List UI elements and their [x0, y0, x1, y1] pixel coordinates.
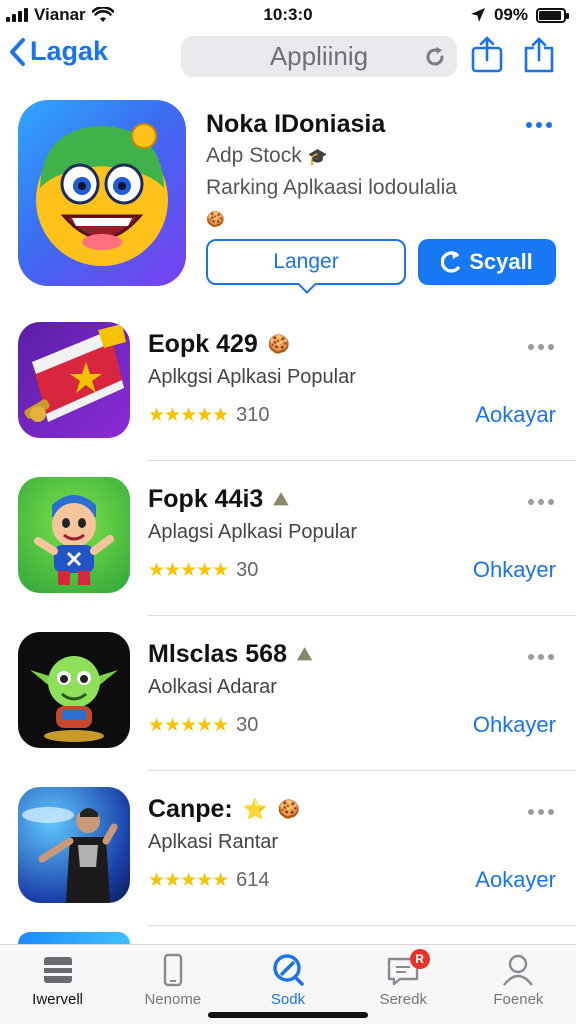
- smiley-character-icon: [36, 123, 168, 266]
- status-bar: Vianar 10:3:0 09%: [0, 0, 576, 30]
- langer-button[interactable]: Langer: [206, 239, 406, 285]
- status-right: 09%: [470, 5, 569, 25]
- phone-icon: [163, 953, 182, 987]
- search-icon: [273, 954, 304, 986]
- notification-badge: R: [409, 949, 430, 969]
- cookie-icon: 🍪: [277, 799, 301, 819]
- rating-count: 310: [236, 404, 270, 426]
- person-icon: [503, 954, 534, 986]
- app-row[interactable]: Eopk 429 🍪 Aplkgsi Aplkasi Popular ★★★★★…: [18, 306, 576, 461]
- home-indicator: [208, 1012, 368, 1018]
- tab-bar: Iwervell Nenome Sodk R Seredk Foenek: [0, 944, 576, 1024]
- tab-label: Foenek: [493, 991, 544, 1008]
- more-button[interactable]: [528, 809, 554, 815]
- scyall-button[interactable]: Scyall: [418, 239, 556, 285]
- cartoon-kid-icon: [34, 495, 114, 585]
- star-rating-icon: ★★★★★: [148, 870, 229, 891]
- cookie-icon: 🍪: [206, 211, 225, 228]
- app-category: Aolkasi Adarar: [148, 676, 277, 698]
- app-row[interactable]: Mlsclas 568 ⛰ Aolkasi Adarar ★★★★★ 30 Oh…: [18, 616, 576, 771]
- battery-icon: [536, 7, 569, 23]
- get-button[interactable]: Aokayar: [475, 402, 556, 428]
- more-button[interactable]: [528, 344, 554, 350]
- featured-app-developer: Adp Stock 🎓: [206, 144, 328, 168]
- featured-app-subtitle: Rarking Aplkaasi lodoulalia: [206, 176, 457, 199]
- app-row[interactable]: Fopk 44i3 ⛰ Aplagsi Aplkasi Popular ★★★★…: [18, 461, 576, 616]
- refresh-icon[interactable]: [423, 45, 447, 69]
- app-category: Aplkasi Rantar: [148, 831, 279, 853]
- star-rating-icon: ★★★★★: [148, 405, 229, 426]
- app-icon[interactable]: [18, 322, 130, 438]
- next-app-icon-peek: [18, 932, 130, 944]
- get-button[interactable]: Aokayer: [475, 867, 556, 893]
- app-rating: ★★★★★ 614: [148, 869, 270, 892]
- get-button[interactable]: Ohkayer: [473, 557, 556, 583]
- more-button[interactable]: [528, 499, 554, 505]
- app-list: Eopk 429 🍪 Aplkgsi Aplkasi Popular ★★★★★…: [0, 306, 576, 926]
- app-row[interactable]: Canpe: ⭐ 🍪 Aplkasi Rantar ★★★★★ 614 Aoka…: [18, 771, 576, 926]
- tab-profile[interactable]: Foenek: [461, 945, 576, 1024]
- tab-label: Seredk: [379, 991, 427, 1008]
- app-name-text: Canpe:: [148, 795, 233, 823]
- location-arrow-icon: [470, 8, 485, 22]
- back-label: Lagak: [30, 36, 109, 66]
- app-category: Aplkgsi Aplkasi Popular: [148, 366, 356, 388]
- app-name: Mlsclas 568 ⛰: [148, 640, 312, 669]
- rating-count: 30: [236, 714, 259, 736]
- tab-label: Iwervell: [32, 991, 84, 1008]
- battery-fill: [539, 10, 561, 20]
- app-name: Canpe: ⭐ 🍪: [148, 795, 300, 824]
- featured-more-button[interactable]: [526, 122, 552, 128]
- chevron-left-icon: [10, 37, 25, 66]
- mountain-icon: ⛰: [297, 644, 313, 664]
- tab-label: Nenome: [144, 991, 202, 1008]
- hammer-flag-icon: [24, 324, 126, 422]
- app-rating: ★★★★★ 310: [148, 404, 270, 427]
- back-button[interactable]: Lagak: [8, 36, 108, 67]
- tab-store[interactable]: Iwervell: [0, 945, 115, 1024]
- app-category: Aplagsi Aplkasi Popular: [148, 521, 358, 543]
- app-name-text: Mlsclas 568: [148, 640, 287, 668]
- refresh-icon: [441, 251, 460, 273]
- star-rating-icon: ★★★★★: [148, 560, 229, 581]
- battery-percent: 09%: [493, 5, 528, 24]
- star-rating-icon: ★★★★★: [148, 715, 229, 736]
- app-icon[interactable]: [18, 632, 130, 748]
- graduation-cap-icon: 🎓: [307, 149, 328, 166]
- app-rating: ★★★★★ 30: [148, 714, 258, 737]
- app-name-text: Eopk 429: [148, 330, 258, 358]
- app-icon[interactable]: [18, 787, 130, 903]
- developer-label: Adp Stock: [206, 144, 302, 167]
- nav-bar: Lagak Appliinig: [0, 30, 576, 84]
- rating-count: 614: [236, 869, 270, 891]
- app-name: Fopk 44i3 ⛰: [148, 485, 288, 514]
- cookie-icon: 🍪: [267, 334, 291, 354]
- mountain-icon: ⛰: [273, 489, 289, 509]
- app-icon[interactable]: [18, 477, 130, 593]
- app-name: Eopk 429 🍪: [148, 330, 290, 359]
- featured-app: Noka IDoniasia Adp Stock 🎓 Rarking Aplka…: [0, 96, 576, 296]
- app-name-text: Fopk 44i3: [148, 485, 264, 513]
- scyall-label: Scyall: [469, 249, 533, 274]
- get-button[interactable]: Ohkayer: [473, 712, 556, 738]
- performer-icon: [22, 807, 118, 903]
- featured-app-icon[interactable]: [18, 100, 186, 286]
- goblin-character-icon: [30, 656, 118, 742]
- app-rating: ★★★★★ 30: [148, 559, 258, 582]
- more-button[interactable]: [528, 654, 554, 660]
- tab-label: Sodk: [270, 991, 306, 1008]
- star-icon: ⭐: [242, 799, 268, 821]
- rating-count: 30: [236, 559, 259, 581]
- search-field[interactable]: Appliinig: [181, 36, 457, 77]
- search-text: Appliinig: [269, 41, 369, 71]
- share-icon[interactable]: [470, 36, 504, 74]
- export-icon[interactable]: [522, 36, 556, 74]
- store-icon: [43, 957, 72, 983]
- featured-app-title: Noka IDoniasia: [206, 110, 386, 138]
